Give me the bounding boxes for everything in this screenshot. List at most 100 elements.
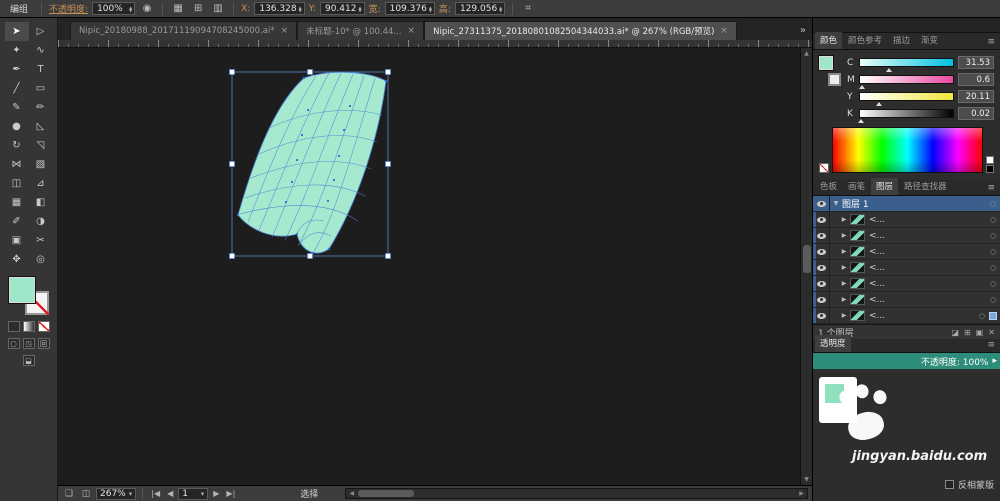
none-button[interactable] bbox=[38, 321, 50, 332]
artboard-tool[interactable]: ▣ bbox=[5, 231, 29, 250]
slider-marker[interactable] bbox=[858, 119, 864, 123]
pen-tool[interactable]: ✒ bbox=[5, 60, 29, 79]
line-segment-tool[interactable]: ╱ bbox=[5, 79, 29, 98]
scroll-right-icon[interactable]: ▶ bbox=[796, 490, 807, 497]
opacity-row-highlighted[interactable]: 不透明度: 100% ▸ bbox=[813, 353, 1000, 369]
expand-icon[interactable]: ▶ bbox=[838, 232, 850, 239]
canvas[interactable]: ▲ ▼ bbox=[58, 48, 812, 485]
expand-icon[interactable]: ▶ bbox=[838, 296, 850, 303]
visibility-toggle[interactable] bbox=[813, 196, 830, 211]
target-icon[interactable]: ○ bbox=[975, 312, 989, 320]
layer-row[interactable]: ▶ <... ○ bbox=[813, 292, 1000, 308]
draw-normal-button[interactable]: ▢ bbox=[8, 338, 20, 349]
magenta-slider[interactable] bbox=[859, 75, 954, 84]
layer-row[interactable]: ▶ <... ○ bbox=[813, 228, 1000, 244]
layer-name[interactable]: <... bbox=[869, 247, 986, 257]
make-clipping-mask-icon[interactable]: ◪ bbox=[951, 328, 959, 337]
spinner-icon[interactable]: ▲▼ bbox=[299, 6, 302, 12]
width-tool[interactable]: ⋈ bbox=[5, 155, 29, 174]
document-tab-3-active[interactable]: Nipic_27311375_20180801082504344033.ai* … bbox=[424, 21, 737, 40]
layer-row[interactable]: ▶ <... ○ bbox=[813, 260, 1000, 276]
opacity-label[interactable]: 不透明度: bbox=[49, 2, 88, 15]
layer-name[interactable]: <... bbox=[869, 279, 986, 289]
align-icon-2[interactable]: ⊞ bbox=[190, 2, 206, 15]
layer-name[interactable]: 图层 1 bbox=[842, 197, 986, 210]
spinner-icon[interactable]: ▲▼ bbox=[129, 6, 132, 12]
last-artboard-button[interactable]: ▶| bbox=[224, 489, 237, 498]
pencil-tool[interactable]: ✏ bbox=[29, 98, 53, 117]
fill-swatch[interactable] bbox=[9, 277, 35, 303]
expand-icon[interactable]: ▼ bbox=[830, 200, 842, 207]
tab-color-guide[interactable]: 颜色参考 bbox=[843, 32, 887, 49]
color-button[interactable] bbox=[8, 321, 20, 332]
draw-inside-button[interactable]: 回 bbox=[38, 338, 50, 349]
new-layer-icon[interactable]: ▣ bbox=[976, 328, 984, 337]
magic-wand-tool[interactable]: ✦ bbox=[5, 41, 29, 60]
panel-menu-icon[interactable]: ≡ bbox=[984, 37, 998, 49]
object-thumbnail[interactable] bbox=[819, 377, 857, 423]
direct-selection-tool[interactable]: ▷ bbox=[29, 22, 53, 41]
layer-name[interactable]: <... bbox=[869, 231, 986, 241]
zoom-tool[interactable]: ◎ bbox=[29, 250, 53, 269]
stroke-swatch-mini[interactable] bbox=[828, 73, 841, 86]
cyan-value-input[interactable]: 31.53 bbox=[958, 56, 994, 69]
invert-mask-checkbox[interactable] bbox=[945, 480, 954, 489]
artboard-grid-icon[interactable]: ◫ bbox=[79, 489, 93, 499]
layer-row[interactable]: ▼ 图层 1 ○ bbox=[813, 196, 1000, 212]
expand-icon[interactable]: ▶ bbox=[838, 216, 850, 223]
cyan-slider[interactable] bbox=[859, 58, 954, 67]
target-icon[interactable]: ○ bbox=[986, 216, 1000, 224]
close-icon[interactable]: × bbox=[281, 26, 289, 36]
tab-stroke[interactable]: 描边 bbox=[888, 32, 915, 49]
recolor-artwork-icon[interactable]: ◉ bbox=[139, 2, 155, 15]
align-icon-3[interactable]: ▥ bbox=[210, 2, 226, 15]
selection-tool[interactable]: ➤ bbox=[5, 22, 29, 41]
delete-layer-icon[interactable]: ✕ bbox=[988, 328, 995, 337]
width-input[interactable]: 109.376 ▲▼ bbox=[385, 2, 435, 15]
type-tool[interactable]: T bbox=[29, 60, 53, 79]
mesh-artwork-selected[interactable] bbox=[228, 68, 400, 264]
layer-name[interactable]: <... bbox=[869, 311, 975, 321]
scale-tool[interactable]: ◹ bbox=[29, 136, 53, 155]
blend-tool[interactable]: ◑ bbox=[29, 212, 53, 231]
close-icon[interactable]: × bbox=[408, 26, 416, 36]
slider-marker[interactable] bbox=[876, 102, 882, 106]
white-swatch[interactable] bbox=[986, 156, 994, 164]
transform-panel-icon[interactable]: ⌗ bbox=[520, 2, 536, 15]
dropdown-icon[interactable]: ▾ bbox=[129, 490, 133, 498]
expand-icon[interactable]: ▶ bbox=[838, 264, 850, 271]
fill-swatch-mini[interactable] bbox=[819, 56, 833, 70]
visibility-toggle[interactable] bbox=[813, 260, 830, 275]
slider-marker[interactable] bbox=[886, 68, 892, 72]
dropdown-icon[interactable]: ▾ bbox=[201, 490, 205, 498]
eyedropper-tool[interactable]: ✐ bbox=[5, 212, 29, 231]
none-swatch[interactable] bbox=[819, 163, 829, 173]
tab-transparency[interactable]: 透明度 bbox=[815, 335, 851, 352]
target-icon[interactable]: ○ bbox=[986, 296, 1000, 304]
panel-menu-icon[interactable]: ≡ bbox=[984, 340, 998, 352]
shape-builder-tool[interactable]: ◫ bbox=[5, 174, 29, 193]
tab-swatches[interactable]: 色板 bbox=[815, 178, 842, 195]
layer-row[interactable]: ▶ <... ○ bbox=[813, 244, 1000, 260]
zoom-level-input[interactable]: 267% ▾ bbox=[96, 488, 136, 500]
screen-mode-button[interactable]: ⬓ bbox=[23, 355, 35, 366]
draw-behind-button[interactable]: ◳ bbox=[23, 338, 35, 349]
rotate-tool[interactable]: ↻ bbox=[5, 136, 29, 155]
first-artboard-button[interactable]: |◀ bbox=[149, 489, 162, 498]
target-icon[interactable]: ○ bbox=[986, 264, 1000, 272]
tab-layers[interactable]: 图层 bbox=[871, 178, 898, 195]
tab-pathfinder[interactable]: 路径查找器 bbox=[899, 178, 952, 195]
expand-icon[interactable]: ▶ bbox=[838, 280, 850, 287]
visibility-toggle[interactable] bbox=[813, 308, 830, 323]
layer-name[interactable]: <... bbox=[869, 215, 986, 225]
slice-tool[interactable]: ✂ bbox=[29, 231, 53, 250]
perspective-grid-tool[interactable]: ⊿ bbox=[29, 174, 53, 193]
magenta-value-input[interactable]: 0.6 bbox=[958, 73, 994, 86]
target-icon[interactable]: ○ bbox=[986, 232, 1000, 240]
expand-icon[interactable]: ▶ bbox=[838, 248, 850, 255]
yellow-value-input[interactable]: 20.11 bbox=[958, 90, 994, 103]
opacity-input[interactable]: 100% ▲▼ bbox=[92, 2, 135, 15]
document-icon[interactable]: ❏ bbox=[62, 489, 76, 499]
horizontal-scrollbar[interactable]: ◀ ▶ bbox=[345, 488, 808, 499]
panel-menu-icon[interactable]: ≡ bbox=[984, 183, 998, 195]
